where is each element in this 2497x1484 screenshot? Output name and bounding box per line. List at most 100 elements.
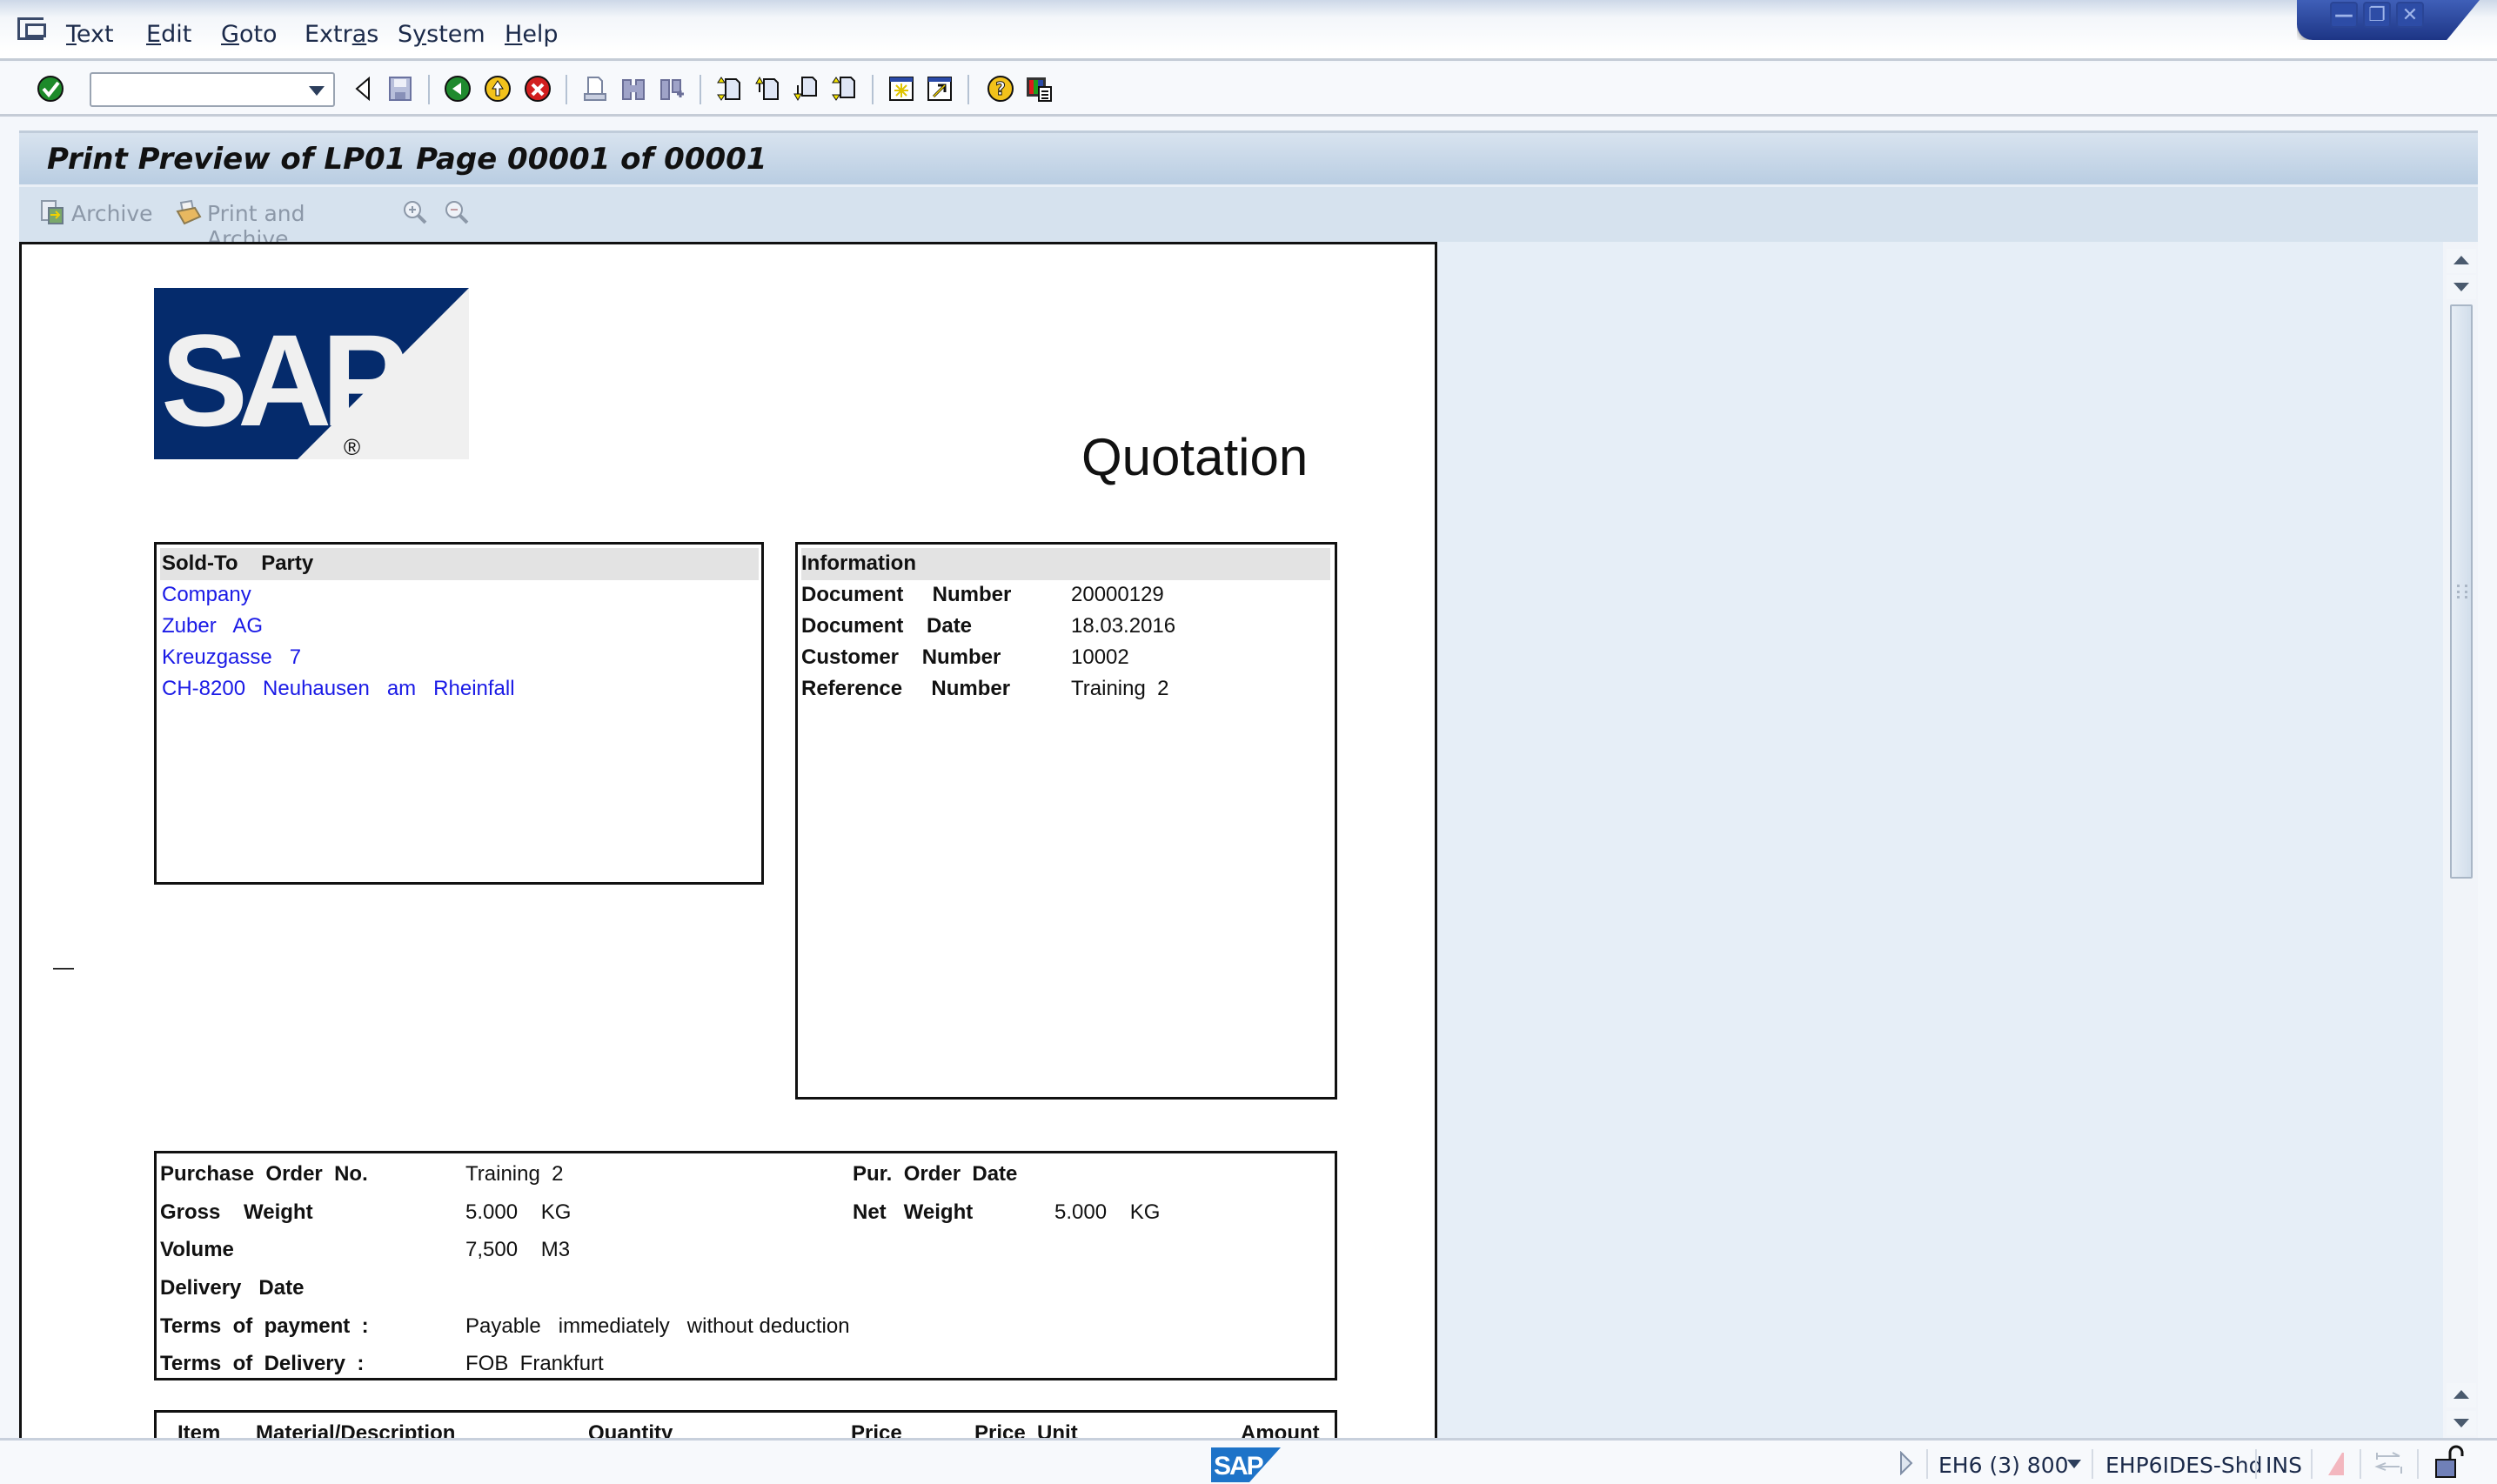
shortcut-icon[interactable] (926, 75, 954, 103)
restore-icon: ❐ (2368, 4, 2386, 26)
menu-item-extras[interactable]: Extras (305, 21, 378, 48)
arrow-up-icon (2453, 256, 2469, 264)
column-header-material: Material/Description (256, 1421, 456, 1438)
toolbar-separator (967, 75, 969, 104)
menu-bar: Text Edit Goto Extras System Help (0, 0, 2497, 61)
cancel-icon[interactable] (524, 75, 552, 103)
info-value: 20000129 (1071, 583, 1164, 606)
print-icon[interactable] (581, 75, 609, 103)
print-and-archive-button[interactable]: Print and Archive (176, 187, 385, 251)
scroll-page-down-button[interactable] (2447, 275, 2476, 299)
close-button[interactable]: ✕ (2396, 2, 2424, 28)
first-page-icon[interactable] (715, 75, 743, 103)
document-page: SAP ® Quotation Sold-To Party Company Zu… (19, 242, 1437, 1438)
layout-icon[interactable] (1025, 75, 1053, 103)
menu-item-label: Edit (146, 21, 192, 48)
mnemonic-letter: G (221, 21, 239, 48)
mnemonic-letter: y (412, 21, 427, 48)
last-page-icon[interactable] (830, 75, 858, 103)
sold-to-line: Zuber AG (162, 614, 264, 638)
command-field[interactable] (90, 72, 335, 107)
unlock-icon[interactable] (2434, 1444, 2464, 1479)
menu-item-text[interactable]: Text (66, 21, 114, 48)
chevron-down-icon[interactable] (309, 86, 325, 96)
svg-text:?: ? (995, 78, 1006, 99)
archive-button[interactable]: Archive (40, 187, 162, 244)
scroll-down-button[interactable] (2447, 1411, 2476, 1435)
information-header: Information (801, 551, 916, 575)
terms-payment-label: Terms of payment : (160, 1314, 369, 1338)
menu-item-label: System (398, 21, 485, 48)
next-page-icon[interactable] (792, 75, 820, 103)
status-separator (2311, 1449, 2313, 1479)
archive-label: Archive (71, 201, 153, 226)
previous-page-icon[interactable] (753, 75, 781, 103)
menu-item-label: Text (66, 21, 114, 48)
command-input[interactable] (97, 74, 297, 104)
vertical-scrollbar[interactable] (2443, 242, 2478, 1438)
arrow-down-icon (2453, 1419, 2469, 1427)
info-value: 10002 (1071, 645, 1129, 669)
status-separator (1926, 1449, 1928, 1479)
column-header-quantity: Quantity (588, 1421, 673, 1438)
chevron-down-icon[interactable] (2067, 1460, 2081, 1468)
menu-toggle-icon[interactable] (17, 17, 46, 40)
minimize-button[interactable]: — (2330, 2, 2358, 28)
menu-item-goto[interactable]: Goto (221, 21, 278, 48)
server-name: EHP6IDES-Shd (2105, 1453, 2263, 1478)
input-mode[interactable]: INS (2266, 1453, 2302, 1478)
arrow-up-icon (2453, 1390, 2469, 1399)
sold-to-header: Sold-To Party (162, 551, 314, 575)
items-table: Item Material/Description Quantity Price… (154, 1410, 1337, 1438)
scroll-page-up-button[interactable] (2447, 1383, 2476, 1407)
system-info-label: EH6 (3) 800 (1938, 1453, 2069, 1478)
menu-item-help[interactable]: Help (505, 21, 559, 48)
menu-item-label: Goto (221, 21, 278, 48)
scrollbar-thumb[interactable] (2450, 304, 2473, 879)
back-icon[interactable] (444, 75, 472, 103)
system-info[interactable]: EH6 (3) 800 (1938, 1453, 2069, 1478)
sold-to-line: Kreuzgasse 7 (162, 645, 302, 669)
sap-status-logo: SAP (1211, 1447, 1281, 1482)
enter-icon[interactable] (37, 75, 64, 103)
transfer-icon (2374, 1452, 2402, 1474)
save-icon[interactable] (386, 75, 414, 103)
info-label: Reference Number (801, 677, 1011, 700)
menu-item-edit[interactable]: Edit (146, 21, 191, 48)
toolbar-separator (700, 75, 701, 104)
mnemonic-letter: T (66, 21, 77, 48)
sap-logo-text: SAP (161, 307, 404, 453)
minimize-icon: — (2334, 4, 2353, 26)
scroll-up-button[interactable] (2447, 249, 2476, 273)
print-archive-icon (176, 199, 202, 225)
status-separator (2417, 1449, 2419, 1479)
zoom-out-icon[interactable] (444, 199, 470, 225)
find-next-icon[interactable] (658, 75, 686, 103)
mnemonic-letter: a (351, 21, 367, 48)
expand-status-icon[interactable] (1898, 1451, 1914, 1475)
close-icon: ✕ (2401, 4, 2419, 26)
archive-icon (41, 200, 64, 224)
net-weight-label: Net Weight (853, 1200, 974, 1224)
restore-button[interactable]: ❐ (2363, 2, 2391, 28)
standard-toolbar: ? (0, 63, 2497, 117)
information-box: Information Document Number 20000129 Doc… (795, 542, 1337, 1100)
grip-icon (2457, 585, 2467, 598)
zoom-in-icon[interactable] (402, 199, 428, 225)
status-bar: SAP EH6 (3) 800 EHP6IDES-Shd INS (0, 1438, 2497, 1484)
mnemonic-letter: E (146, 21, 162, 48)
margin-mark: — (53, 956, 74, 979)
find-icon[interactable] (619, 75, 647, 103)
help-icon[interactable]: ? (987, 75, 1014, 103)
back-nav-icon[interactable] (350, 75, 378, 103)
document-heading: Quotation (1081, 428, 1309, 486)
create-session-icon[interactable] (887, 75, 915, 103)
menu-item-system[interactable]: System (398, 21, 485, 48)
toolbar-separator (872, 75, 874, 104)
red-status-icon (2328, 1453, 2344, 1475)
info-label: Customer Number (801, 645, 1001, 669)
exit-icon[interactable] (484, 75, 512, 103)
screen-title: Print Preview of LP01 Page 00001 of 0000… (47, 142, 767, 177)
gross-weight-label: Gross Weight (160, 1200, 313, 1224)
delivery-date-label: Delivery Date (160, 1276, 305, 1300)
